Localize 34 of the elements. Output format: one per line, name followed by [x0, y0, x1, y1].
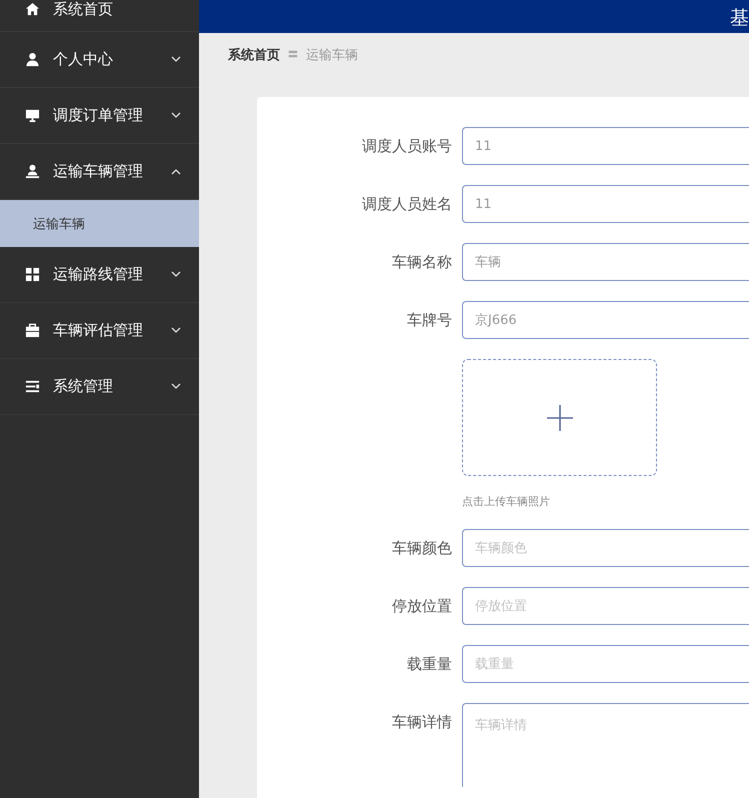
input-field[interactable]: 车辆颜色	[462, 529, 749, 567]
field-label: 车辆详情	[391, 712, 453, 733]
list-icon	[25, 379, 40, 394]
sidebar-item[interactable]: 系统首页	[0, 0, 199, 32]
header-title: 基	[730, 6, 749, 28]
breadcrumb-link[interactable]: 系统首页	[228, 46, 280, 64]
input-field[interactable]: 载重量	[462, 645, 749, 683]
submenu-item[interactable]: 运输车辆	[0, 200, 199, 247]
grid-icon	[25, 267, 40, 282]
briefcase-icon	[25, 323, 40, 338]
field-label: 车辆颜色	[391, 538, 453, 559]
field-label: 停放位置	[391, 596, 453, 617]
upload-hint: 点击上传车辆照片	[462, 494, 551, 509]
field-label: 车辆名称	[391, 252, 453, 273]
textarea-field[interactable]: 车辆详情	[462, 703, 749, 787]
chevron-icon	[171, 168, 181, 175]
home-icon	[25, 2, 40, 17]
chevron-icon	[171, 383, 181, 390]
plus-icon	[546, 404, 572, 430]
monitor-icon	[25, 108, 40, 123]
person-icon	[25, 164, 40, 179]
person-icon	[25, 52, 40, 67]
chevron-icon	[171, 56, 181, 63]
field-label: 调度人员姓名	[361, 194, 453, 215]
chevron-icon	[171, 271, 181, 278]
breadcrumb-separator: 〓	[287, 46, 299, 63]
chevron-icon	[171, 327, 181, 334]
chevron-icon	[171, 112, 181, 119]
upload-box[interactable]	[462, 359, 657, 476]
field-label: 载重量	[406, 654, 453, 675]
field-label: 车牌号	[406, 310, 453, 331]
input-field[interactable]: 停放位置	[462, 587, 749, 625]
field-label: 调度人员账号	[361, 136, 453, 157]
breadcrumb-current: 运输车辆	[306, 47, 358, 64]
